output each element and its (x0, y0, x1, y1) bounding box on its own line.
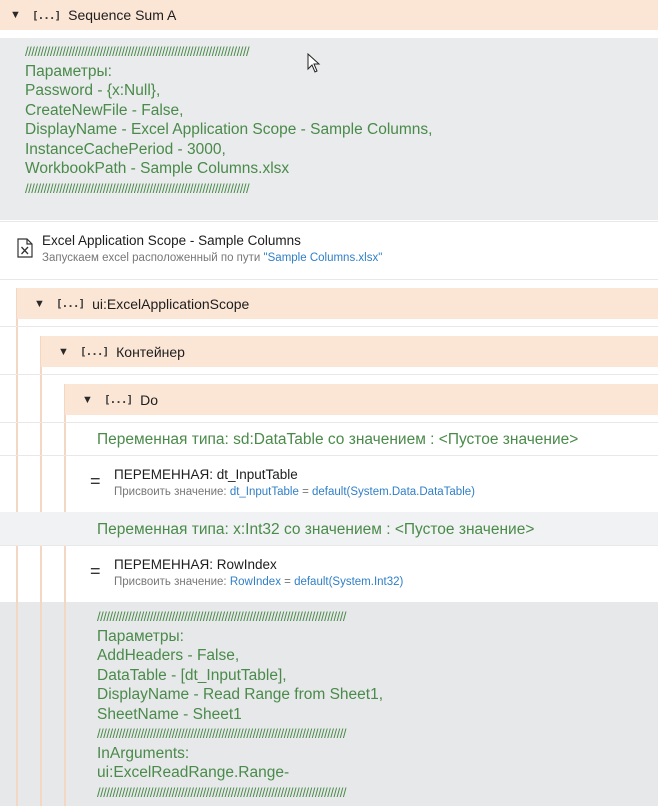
annotation-separator: ////////////////////////////////////////… (97, 726, 346, 741)
triangle-down-icon[interactable]: ▼ (82, 394, 96, 406)
annotation-line: DataTable - [dt_InputTable], (97, 666, 287, 684)
variable-name: dt_InputTable (216, 467, 298, 482)
bracket-icon: [...] (80, 345, 109, 358)
excel-scope-title: Excel Application Scope - Sample Columns (42, 233, 301, 248)
bracket-icon: [...] (56, 297, 85, 310)
assign-equals: = (298, 486, 312, 498)
bracket-icon: [...] (32, 8, 61, 22)
annotation-line: AddHeaders - False, (97, 647, 240, 664)
variable-name: RowIndex (216, 557, 277, 572)
annotation-separator: ////////////////////////////////////////… (97, 609, 346, 624)
do-title: Do (140, 391, 159, 408)
do-header[interactable]: ▼ [...] Do (65, 384, 658, 415)
variable-declaration: Переменная типа: sd:DataTable со значени… (97, 431, 579, 448)
assign-equals-icon: = (90, 561, 101, 581)
bracket-icon: [...] (104, 393, 133, 406)
annotation-line: Параметры: (97, 627, 184, 645)
assign-equals: = (280, 576, 295, 588)
triangle-down-icon[interactable]: ▼ (10, 9, 24, 21)
assign-prefix: Присвоить значение: (114, 486, 230, 498)
annotation-line: DisplayName - Excel Application Scope - … (25, 121, 433, 138)
assign-prefix: Присвоить значение: (114, 576, 230, 588)
excel-scope-subtitle: Запускаем excel расположенный по пути (42, 252, 264, 264)
variable-declaration: Переменная типа: x:Int32 со значением : … (97, 521, 535, 538)
sequence-title: Sequence Sum A (68, 7, 177, 23)
assign-activity[interactable]: = ПЕРЕМЕННАЯ: dt_InputTable Присвоить зн… (66, 456, 658, 510)
annotation-line: SheetName - Sheet1 (97, 705, 242, 723)
container-title: Контейнер (116, 343, 185, 360)
annotation-line: CreateNewFile - False, (25, 101, 184, 119)
excel-scope-path: "Sample Columns.xlsx" (263, 252, 383, 264)
triangle-down-icon[interactable]: ▼ (58, 346, 72, 358)
triangle-down-icon[interactable]: ▼ (34, 298, 48, 310)
annotation-line: Параметры: (25, 62, 112, 80)
container-header[interactable]: ▼ [...] Контейнер (41, 336, 658, 367)
excel-file-icon (17, 238, 33, 258)
top-annotation: ////////////////////////////////////////… (0, 38, 658, 220)
annotation-line: ui:ExcelReadRange.Range- (97, 764, 290, 781)
annotation-separator: ////////////////////////////////////////… (25, 180, 250, 196)
read-range-annotation: ////////////////////////////////////////… (0, 602, 658, 806)
annotation-line: Password - {x:Null}, (25, 82, 161, 99)
excel-scope-activity[interactable]: Excel Application Scope - Sample Columns… (0, 224, 658, 278)
annotation-line: WorkbookPath - Sample Columns.xlsx (25, 160, 290, 177)
assign-variable: RowIndex (229, 576, 281, 588)
mouse-cursor-icon (307, 53, 321, 73)
variable-title-prefix: ПЕРЕМЕННАЯ: (114, 557, 217, 572)
excel-application-scope-header[interactable]: ▼ [...] ui:ExcelApplicationScope (17, 288, 658, 319)
annotation-line: InstanceCachePeriod - 3000, (25, 140, 226, 158)
scope-title: ui:ExcelApplicationScope (92, 295, 250, 312)
assign-value: default(System.Data.DataTable) (311, 486, 475, 498)
annotation-separator: ////////////////////////////////////////… (25, 44, 250, 59)
variable-title-prefix: ПЕРЕМЕННАЯ: (114, 467, 217, 482)
annotation-line: DisplayName - Read Range from Sheet1, (97, 686, 384, 703)
annotation-separator: ////////////////////////////////////////… (97, 784, 346, 800)
assign-variable: dt_InputTable (229, 486, 299, 498)
annotation-line: InArguments: (97, 744, 190, 762)
assign-equals-icon: = (90, 471, 101, 491)
assign-activity[interactable]: = ПЕРЕМЕННАЯ: RowIndex Присвоить значени… (66, 546, 658, 600)
assign-value: default(System.Int32) (294, 576, 404, 588)
sequence-header[interactable]: ▼ [...] Sequence Sum A (0, 0, 658, 30)
